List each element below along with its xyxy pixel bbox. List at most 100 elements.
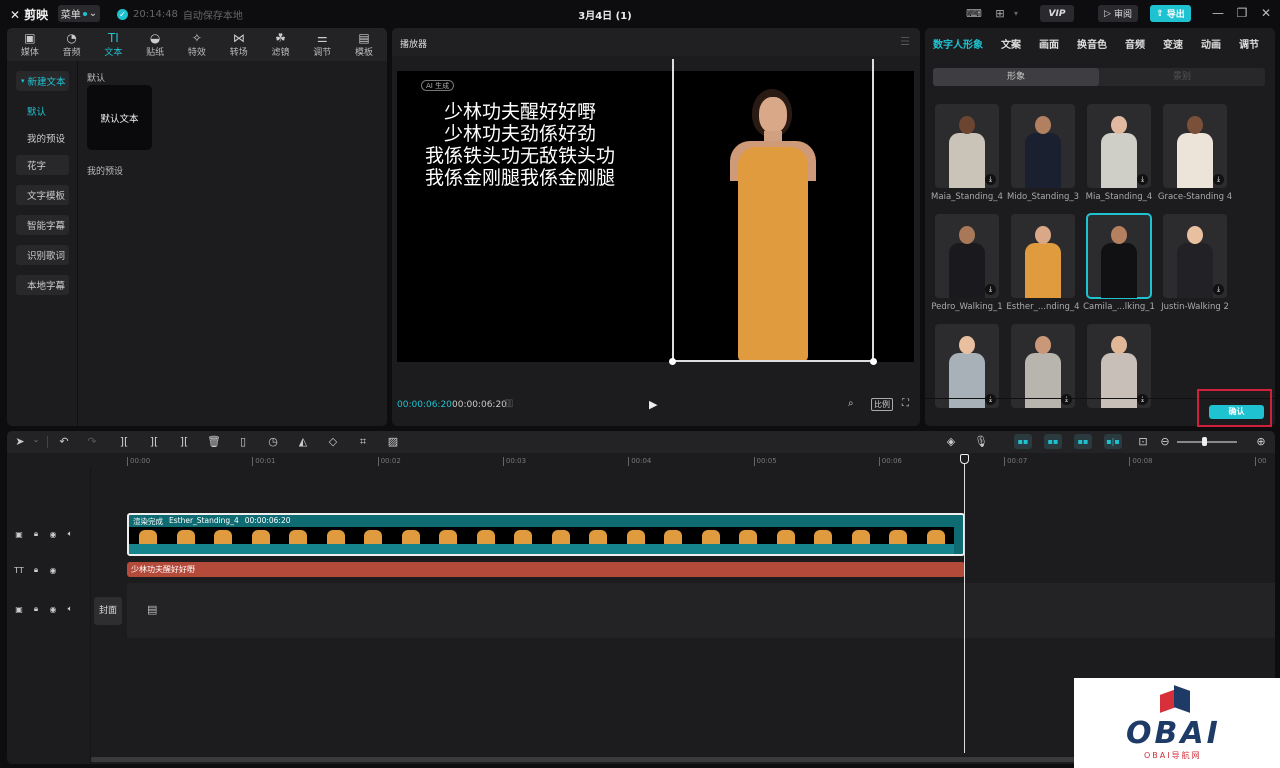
zoom-fit-icon[interactable]: ⌕ xyxy=(848,398,854,409)
vip-button[interactable]: VIP xyxy=(1040,5,1074,22)
tab-0[interactable]: ▣ 媒体 xyxy=(10,28,50,61)
video-clip[interactable]: 渲染完成 Esther_Standing_4 00:00:06:20 xyxy=(127,513,965,556)
lock-icon[interactable]: 🔒︎ xyxy=(31,529,41,539)
review-button[interactable]: ▷ 审阅 xyxy=(1098,5,1138,22)
keyframe-icon[interactable]: ◈ xyxy=(944,435,958,448)
trim-left-icon[interactable]: ][ xyxy=(147,435,161,448)
avatar-card[interactable]: ⤓ xyxy=(1087,104,1151,188)
restore-icon[interactable]: ❐ xyxy=(1234,5,1250,21)
eye-icon[interactable]: ◉ xyxy=(48,530,58,539)
layout-icon[interactable]: ⊞ xyxy=(992,6,1008,20)
split-icon[interactable]: ][ xyxy=(117,435,131,448)
tab-5[interactable]: ⋈ 转场 xyxy=(219,28,259,61)
crop-icon[interactable]: ⌗ xyxy=(356,435,370,449)
avatar-card[interactable]: ⤓ xyxy=(1163,214,1227,298)
resize-handle[interactable] xyxy=(669,358,676,365)
chevron-down-icon[interactable]: ▾ xyxy=(1008,6,1024,20)
avatar-card[interactable]: ⤓ xyxy=(935,214,999,298)
sidenav-new-text[interactable]: ▾ 新建文本 xyxy=(16,71,69,91)
snap-main-track-icon[interactable]: ▪▪ xyxy=(1014,434,1032,449)
reverse-icon[interactable]: ◷ xyxy=(266,435,280,448)
fit-timeline-icon[interactable]: ⊡ xyxy=(1136,435,1150,448)
download-icon[interactable]: ⤓ xyxy=(985,394,996,405)
chevron-down-icon[interactable]: ⌄ xyxy=(29,435,43,444)
close-icon[interactable]: ✕ xyxy=(1258,5,1274,21)
eye-icon[interactable]: ◉ xyxy=(48,566,58,575)
redo-icon[interactable]: ↷ xyxy=(85,435,99,448)
speaker-icon[interactable]: 🔈︎ xyxy=(65,604,75,614)
menu-button[interactable]: 菜单 ⌄ xyxy=(58,5,100,22)
avatar-card[interactable] xyxy=(1011,214,1075,298)
zoom-in-icon[interactable]: ⊕ xyxy=(1254,435,1268,448)
delete-icon[interactable]: 🗑 xyxy=(207,435,221,448)
resize-handle[interactable] xyxy=(870,358,877,365)
selection-box[interactable] xyxy=(669,59,877,365)
subtitle-text[interactable]: 少林功夫醒好好嘢 少林功夫劲係好劲 我係铁头功无敌铁头功 我係金刚腿我係金刚腿 xyxy=(411,101,629,189)
avatar-card[interactable]: ⤓ xyxy=(935,104,999,188)
avatar-card[interactable]: ⤓ xyxy=(1087,324,1151,408)
tab-2[interactable]: TI 文本 xyxy=(93,28,133,61)
tab-3[interactable]: ◒ 贴纸 xyxy=(135,28,175,61)
tab-8[interactable]: ▤ 模板 xyxy=(344,28,384,61)
video-canvas[interactable]: AI 生成 少林功夫醒好好嘢 少林功夫劲係好劲 我係铁头功无敌铁头功 我係金刚腿… xyxy=(397,59,914,365)
freeze-frame-icon[interactable]: ▯ xyxy=(236,435,250,448)
menu-icon[interactable]: ☰ xyxy=(900,35,910,48)
tab-7[interactable]: ⚌ 调节 xyxy=(302,28,342,61)
download-icon[interactable]: ⤓ xyxy=(985,284,996,295)
download-icon[interactable]: ⤓ xyxy=(1137,394,1148,405)
download-icon[interactable]: ⤓ xyxy=(985,174,996,185)
lock-icon[interactable]: 🔒︎ xyxy=(31,565,41,575)
mirror-icon[interactable]: ◭ xyxy=(296,435,310,448)
lock-icon[interactable]: 🔒︎ xyxy=(31,604,41,614)
download-icon[interactable]: ⤓ xyxy=(1213,284,1224,295)
linkage-icon[interactable]: ▪▪ xyxy=(1074,434,1092,449)
zoom-out-icon[interactable]: ⊖ xyxy=(1158,435,1172,448)
playhead[interactable] xyxy=(964,455,965,753)
avatar-card[interactable]: ⤓ xyxy=(1163,104,1227,188)
avatar-card[interactable]: ⤓ xyxy=(935,324,999,408)
rotate-icon[interactable]: ◇ xyxy=(326,435,340,448)
sidenav-item[interactable]: 识别歌词 xyxy=(16,245,69,265)
confirm-button[interactable]: 确认 xyxy=(1209,405,1264,419)
select-tool-icon[interactable]: ➤ xyxy=(13,435,27,448)
speaker-icon[interactable]: 🔈︎ xyxy=(65,529,75,539)
playhead-handle[interactable] xyxy=(960,454,969,464)
download-icon[interactable]: ⤓ xyxy=(1061,394,1072,405)
image-icon[interactable]: ▨ xyxy=(386,435,400,448)
check-icon: ✓ xyxy=(117,9,128,20)
waveform-icon[interactable]: ▥ xyxy=(504,398,513,409)
tab-1[interactable]: ◔ 音频 xyxy=(52,28,92,61)
time-ruler[interactable]: 00:00 00:01 00:02 00:03 00:04 00:05 00:06 00:07… xyxy=(127,453,1275,467)
fullscreen-icon[interactable]: ⛶ xyxy=(902,398,909,409)
microphone-icon[interactable]: 🎙 xyxy=(974,435,988,448)
cover-button[interactable]: 封面 xyxy=(94,597,122,625)
sidenav-item[interactable]: 本地字幕 xyxy=(16,275,69,295)
tab-6[interactable]: ☘ 滤镜 xyxy=(260,28,300,61)
zoom-slider[interactable] xyxy=(1177,441,1237,443)
main-track[interactable]: ▤ xyxy=(127,583,1275,638)
sidenav-item[interactable]: 智能字幕 xyxy=(16,215,69,235)
auto-snap-icon[interactable]: ▪▪ xyxy=(1044,434,1062,449)
tab-4[interactable]: ✧ 特效 xyxy=(177,28,217,61)
subtitle-icon[interactable]: ⌨ xyxy=(966,6,982,20)
sidenav-item[interactable]: 花字 xyxy=(16,155,69,175)
default-text-card[interactable]: 默认文本 xyxy=(87,85,152,150)
minimize-icon[interactable]: — xyxy=(1210,5,1226,21)
ratio-button[interactable]: 比例 xyxy=(871,398,893,411)
download-icon[interactable]: ⤓ xyxy=(1137,174,1148,185)
export-button[interactable]: ⇪ 导出 xyxy=(1150,5,1191,22)
zoom-slider-handle[interactable] xyxy=(1202,437,1207,446)
sidenav-item[interactable]: 文字模板 xyxy=(16,185,69,205)
trim-right-icon[interactable]: ][ xyxy=(177,435,191,448)
sidenav-my-presets[interactable]: 我的预设 xyxy=(27,131,65,145)
avatar-card[interactable] xyxy=(1086,213,1152,299)
sidenav-default[interactable]: 默认 xyxy=(27,104,46,118)
play-button[interactable]: ▶ xyxy=(649,398,663,412)
download-icon[interactable]: ⤓ xyxy=(1213,174,1224,185)
avatar-card[interactable] xyxy=(1011,104,1075,188)
avatar-card[interactable]: ⤓ xyxy=(1011,324,1075,408)
preview-axis-icon[interactable]: ▪|▪ xyxy=(1104,434,1122,449)
eye-icon[interactable]: ◉ xyxy=(48,605,58,614)
undo-icon[interactable]: ↶ xyxy=(57,435,71,448)
text-clip[interactable]: 少林功夫醒好好嘢 xyxy=(127,562,965,577)
